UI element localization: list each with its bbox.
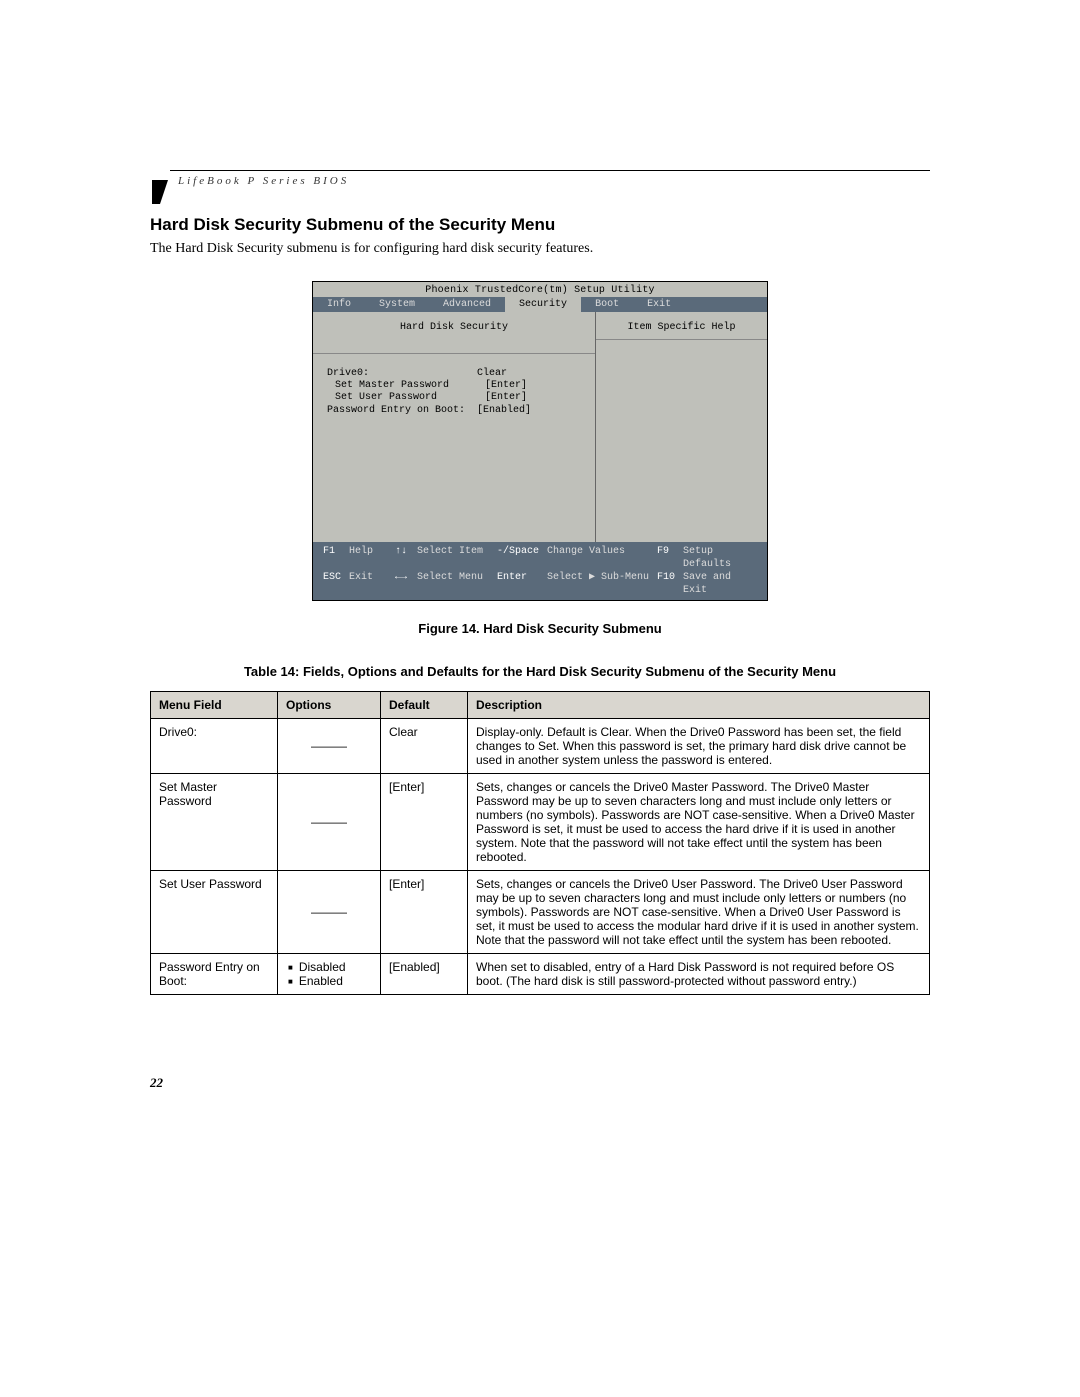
table-row: Set User Password———[Enter]Sets, changes… [151,871,930,954]
figure-caption: Figure 14. Hard Disk Security Submenu [150,621,930,636]
cell-description: Display-only. Default is Clear. When the… [468,719,930,774]
cell-options: ——— [278,871,381,954]
bios-field-label: Drive0: [327,368,477,379]
table-header: Default [381,692,468,719]
cell-options: DisabledEnabled [278,954,381,995]
running-head: LifeBook P Series BIOS [178,175,930,187]
page-number: 22 [150,1075,930,1091]
cell-default: [Enter] [381,774,468,871]
table-row: Password Entry on Boot:DisabledEnabled[E… [151,954,930,995]
bios-help-title: Item Specific Help [604,322,759,333]
bios-field-value: [Enter] [485,380,527,391]
cell-options: ——— [278,719,381,774]
bios-menu-item: Exit [633,297,685,312]
bios-field-value: Clear [477,368,507,379]
table-row: Set Master Password———[Enter]Sets, chang… [151,774,930,871]
cell-default: Clear [381,719,468,774]
bios-menu-bar: InfoSystemAdvancedSecurityBootExit [313,297,767,312]
table-header: Menu Field [151,692,278,719]
page-corner-mark [152,180,168,204]
cell-default: [Enabled] [381,954,468,995]
bios-field-label: Set User Password [327,392,485,403]
bios-footer: F1 Help ↑↓ Select Item -/Space Change Va… [313,542,767,600]
bios-menu-item: Security [505,297,581,312]
bios-field-value: [Enter] [485,392,527,403]
cell-default: [Enter] [381,871,468,954]
option-item: Disabled [288,960,372,974]
cell-description: Sets, changes or cancels the Drive0 Mast… [468,774,930,871]
bios-field-label: Set Master Password [327,380,485,391]
intro-paragraph: The Hard Disk Security submenu is for co… [150,241,930,257]
bios-menu-item: Info [313,297,365,312]
cell-description: Sets, changes or cancels the Drive0 User… [468,871,930,954]
bios-screenshot: Phoenix TrustedCore(tm) Setup Utility In… [312,281,768,601]
section-title: Hard Disk Security Submenu of the Securi… [150,215,930,235]
option-item: Enabled [288,974,372,988]
cell-menu-field: Password Entry on Boot: [151,954,278,995]
bios-field-value: [Enabled] [477,405,531,416]
bios-menu-item: Boot [581,297,633,312]
bios-menu-item: Advanced [429,297,505,312]
table-header: Options [278,692,381,719]
bios-field-label: Password Entry on Boot: [327,405,477,416]
cell-menu-field: Set Master Password [151,774,278,871]
bios-title: Phoenix TrustedCore(tm) Setup Utility [313,282,767,297]
cell-menu-field: Drive0: [151,719,278,774]
cell-menu-field: Set User Password [151,871,278,954]
table-header: Description [468,692,930,719]
table-row: Drive0:———ClearDisplay-only. Default is … [151,719,930,774]
bios-menu-item: System [365,297,429,312]
cell-description: When set to disabled, entry of a Hard Di… [468,954,930,995]
bios-panel-title: Hard Disk Security [327,322,581,333]
cell-options: ——— [278,774,381,871]
table-caption: Table 14: Fields, Options and Defaults f… [150,664,930,679]
fields-table: Menu FieldOptionsDefaultDescription Driv… [150,691,930,995]
